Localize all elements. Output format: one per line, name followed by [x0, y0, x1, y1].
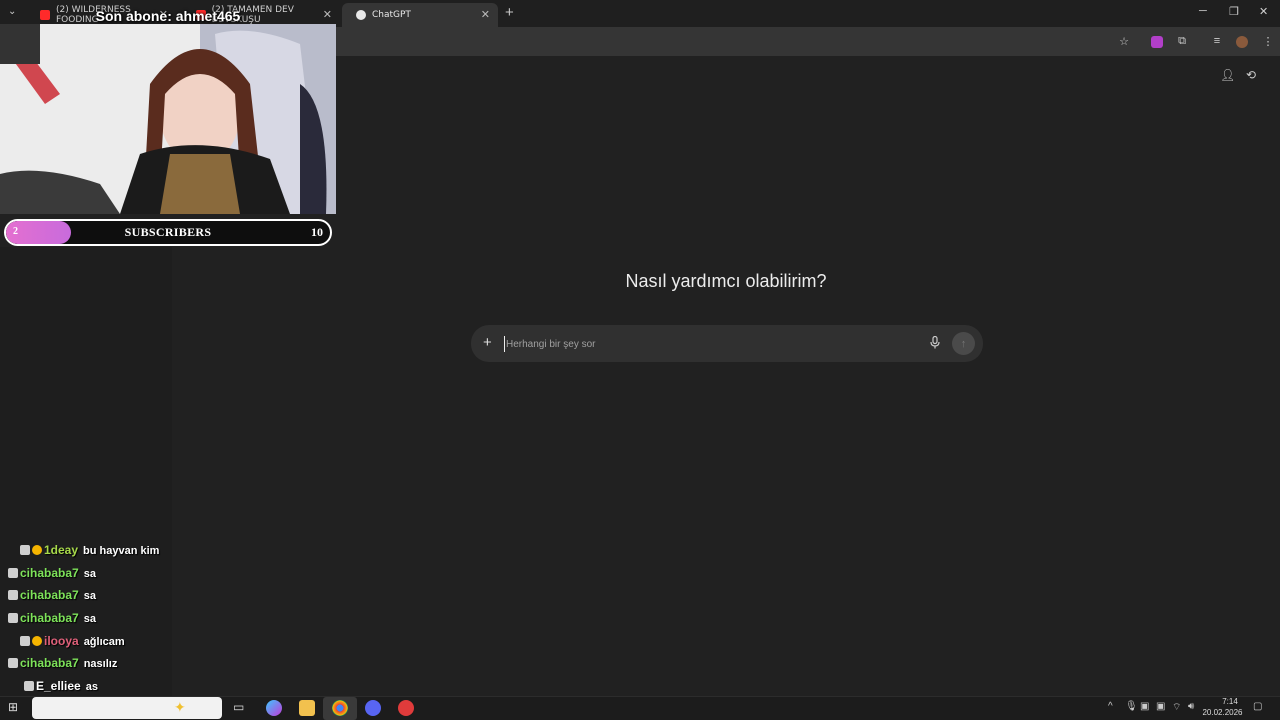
- taskbar-time[interactable]: 7:14: [1210, 697, 1250, 706]
- task-view-icon[interactable]: ▭: [233, 700, 249, 716]
- close-window-button[interactable]: ✕: [1259, 5, 1268, 18]
- browser-menu-icon[interactable]: ⋮: [1261, 35, 1275, 49]
- chat-message: 1deay bu hayvan kim: [20, 543, 159, 557]
- gift-badge-icon: [20, 636, 30, 646]
- chat-username: ilooya: [44, 634, 79, 648]
- gift-badge-icon: [8, 613, 18, 623]
- chat-username: E_elliee: [36, 679, 81, 693]
- wifi-icon[interactable]: ⌔: [1172, 701, 1181, 714]
- extension-icon[interactable]: [1151, 36, 1163, 48]
- latest-subscriber-text: Son abone: ahmet465: [95, 8, 241, 24]
- sub-badge-icon: [32, 636, 42, 646]
- sparkle-icon: ✦: [174, 699, 186, 715]
- stream-chat-panel: [0, 247, 172, 696]
- chat-text: sa: [83, 590, 96, 602]
- gift-badge-icon: [20, 545, 30, 555]
- media-control-icon[interactable]: ≡: [1210, 35, 1224, 49]
- chat-message: cihababa7 sa: [8, 588, 96, 602]
- subscriber-label: SUBSCRIBERS: [124, 225, 212, 239]
- send-button[interactable]: ↑: [952, 332, 975, 355]
- tray-app-icon[interactable]: ▣: [1156, 701, 1165, 712]
- new-tab-button[interactable]: +: [505, 4, 514, 21]
- bookmark-star-icon[interactable]: ☆: [1117, 35, 1131, 49]
- tab-chatgpt[interactable]: ChatGPT ✕: [342, 3, 498, 27]
- chat-message: ilooya ağlıcam: [20, 634, 125, 648]
- prompt-input[interactable]: [504, 336, 904, 352]
- person-icon[interactable]: 👤︎: [1220, 68, 1235, 82]
- page-title: Nasıl yardımcı olabilirim?: [625, 271, 827, 291]
- chat-message: cihababa7 sa: [8, 611, 96, 625]
- obs-icon[interactable]: [398, 700, 414, 716]
- subscriber-goal: 10: [311, 225, 323, 239]
- chrome-icon[interactable]: [332, 700, 348, 716]
- copilot-icon[interactable]: [266, 700, 282, 716]
- volume-icon[interactable]: 🔊︎: [1188, 701, 1194, 712]
- chat-username: cihababa7: [20, 656, 79, 670]
- chat-text: as: [85, 681, 98, 693]
- chatgpt-icon: [356, 10, 366, 20]
- chat-message: cihababa7 sa: [8, 566, 96, 580]
- gift-badge-icon: [8, 568, 18, 578]
- chat-text: nasılız: [83, 658, 118, 670]
- chat-username: cihababa7: [20, 566, 79, 580]
- gift-badge-icon: [8, 658, 18, 668]
- microphone-tray-icon[interactable]: 🎙︎: [1125, 701, 1138, 712]
- chat-message: cihababa7 nasılız: [8, 656, 117, 670]
- chat-username: 1deay: [44, 543, 79, 557]
- notification-icon[interactable]: ▢: [1253, 701, 1262, 712]
- file-explorer-icon[interactable]: [299, 700, 315, 716]
- gift-badge-icon: [24, 681, 34, 691]
- gift-badge-icon: [8, 590, 18, 600]
- temporary-chat-icon[interactable]: ⟲: [1246, 68, 1256, 82]
- chat-text: sa: [83, 568, 96, 580]
- chat-text: sa: [83, 613, 96, 625]
- sub-badge-icon: [32, 545, 42, 555]
- chat-username: cihababa7: [20, 588, 79, 602]
- taskbar-date[interactable]: 20.02.2026: [1200, 708, 1245, 717]
- webcam-feed: [0, 24, 336, 214]
- chatgpt-main: [336, 56, 1280, 696]
- windows-start-icon[interactable]: ⊞: [8, 700, 18, 714]
- chat-message: E_elliee as: [24, 679, 98, 693]
- tab-label: ChatGPT: [372, 10, 411, 20]
- tray-chevron-icon[interactable]: ^: [1108, 701, 1113, 712]
- extensions-puzzle-icon[interactable]: ⧉: [1175, 35, 1189, 49]
- chat-text: bu hayvan kim: [83, 545, 160, 557]
- tray-app-icon[interactable]: ▣: [1140, 701, 1149, 712]
- chat-username: cihababa7: [20, 611, 79, 625]
- add-attachment-button[interactable]: +: [483, 334, 492, 351]
- taskbar-search-box[interactable]: ✦: [32, 697, 222, 719]
- restore-button[interactable]: ❐: [1229, 5, 1239, 18]
- chat-text: ağlıcam: [83, 636, 125, 648]
- profile-avatar[interactable]: [1236, 36, 1248, 48]
- discord-icon[interactable]: [365, 700, 381, 716]
- close-tab-icon[interactable]: ✕: [481, 8, 490, 21]
- arrow-up-icon: ↑: [960, 337, 967, 350]
- microphone-icon[interactable]: [930, 335, 940, 352]
- minimize-button[interactable]: ─: [1199, 5, 1207, 17]
